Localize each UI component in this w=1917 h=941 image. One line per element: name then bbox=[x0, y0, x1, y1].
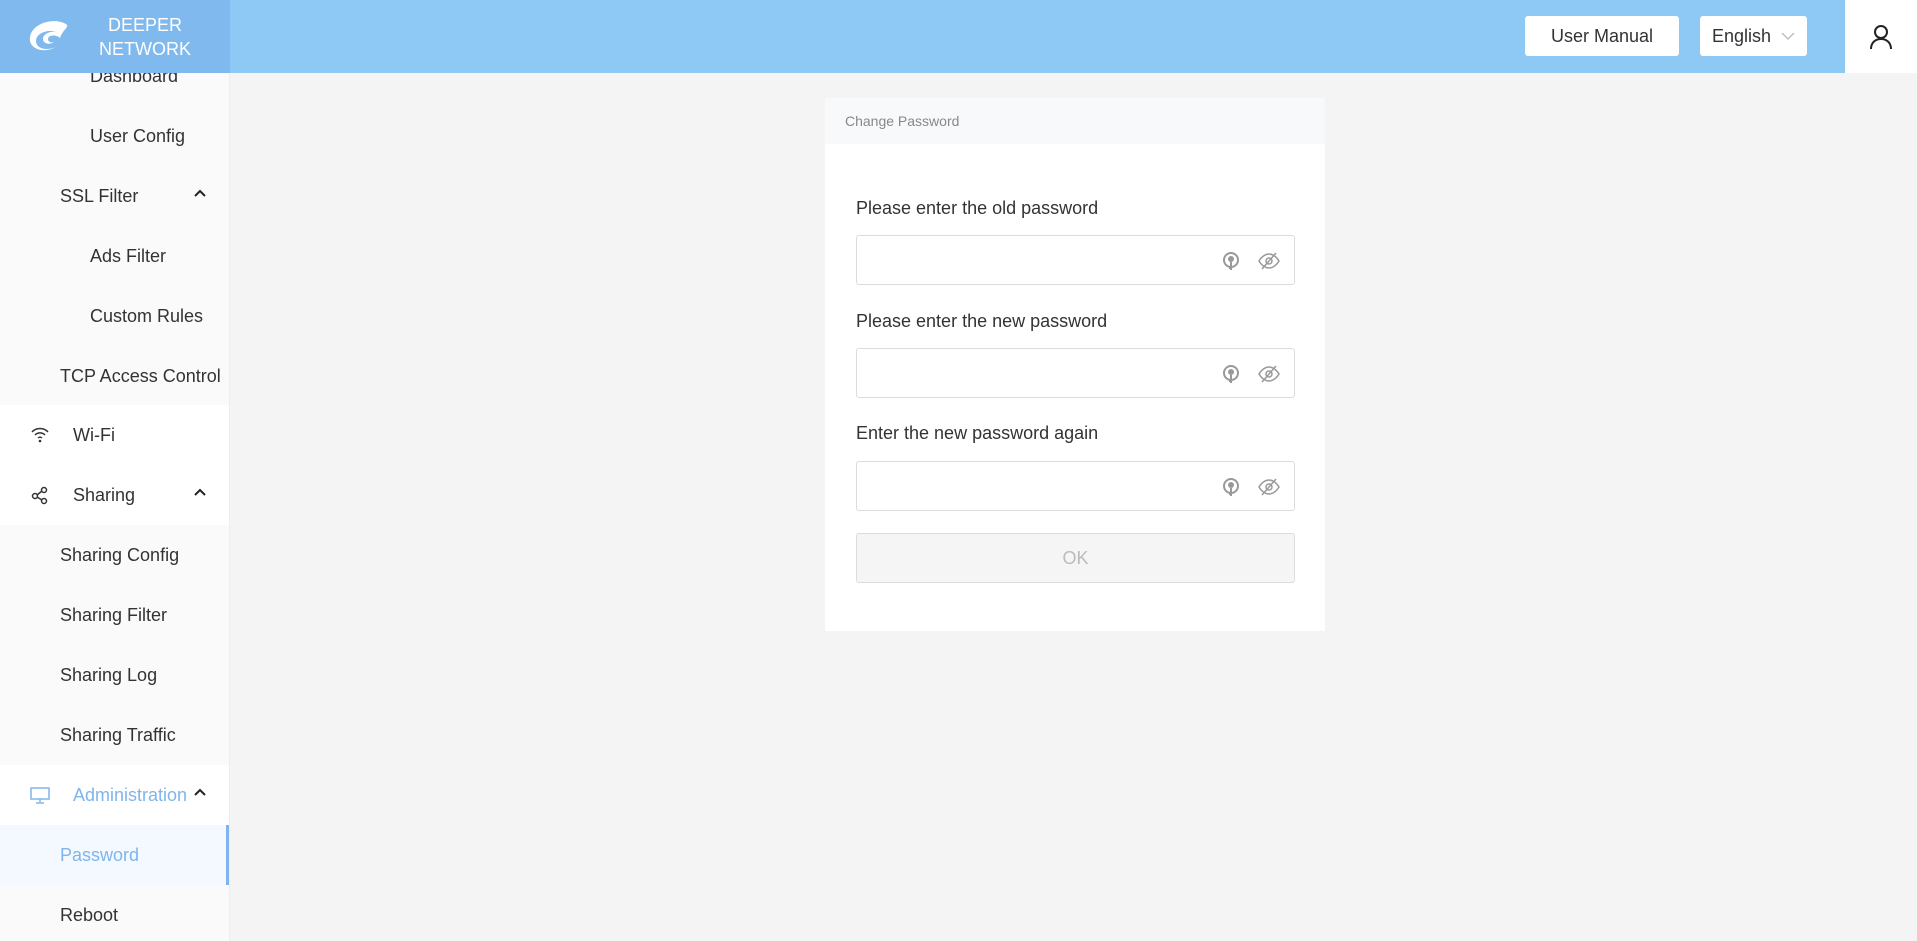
sidebar-item-user-config[interactable]: User Config bbox=[0, 106, 229, 166]
change-password-card: Change Password Please enter the old pas… bbox=[825, 98, 1325, 631]
wifi-icon bbox=[31, 427, 49, 443]
monitor-icon bbox=[30, 787, 50, 804]
sidebar-item-sharing-log[interactable]: Sharing Log bbox=[0, 645, 229, 705]
sidebar-item-label: Sharing Log bbox=[60, 664, 158, 685]
user-button[interactable] bbox=[1845, 0, 1917, 73]
ok-button[interactable]: OK bbox=[856, 533, 1295, 583]
confirm-password-label: Enter the new password again bbox=[856, 423, 1099, 443]
sidebar-item-label: Reboot bbox=[60, 904, 119, 925]
sidebar-item-dashboard[interactable]: Dashboard bbox=[0, 73, 229, 106]
sidebar-item-sharing-traffic[interactable]: Sharing Traffic bbox=[0, 705, 229, 765]
new-password-input[interactable] bbox=[867, 349, 1227, 397]
ok-label: OK bbox=[1062, 547, 1089, 568]
language-value: English bbox=[1711, 25, 1772, 46]
sidebar-item-sharing-filter[interactable]: Sharing Filter bbox=[0, 585, 229, 645]
brand-line2: NETWORK bbox=[99, 38, 191, 59]
sidebar-item-sharing-config[interactable]: Sharing Config bbox=[0, 525, 229, 585]
confirm-password-field[interactable] bbox=[856, 461, 1295, 511]
brand-name: DEEPER NETWORK bbox=[90, 13, 200, 61]
chevron-up-icon bbox=[194, 189, 206, 197]
sidebar-item-label: TCP Access Control bbox=[60, 365, 221, 386]
deeper-logo-icon bbox=[29, 20, 68, 50]
language-select[interactable]: English bbox=[1700, 16, 1807, 56]
card-title: Change Password bbox=[825, 98, 1325, 144]
new-password-label: Please enter the new password bbox=[856, 311, 1108, 331]
sidebar-item-label: User Config bbox=[90, 125, 186, 146]
old-password-input[interactable] bbox=[867, 236, 1227, 284]
sidebar-item-tcp-access-control[interactable]: TCP Access Control bbox=[0, 346, 229, 406]
chevron-up-icon bbox=[194, 788, 206, 796]
new-password-field[interactable] bbox=[856, 348, 1295, 398]
sidebar: Dashboard User Config SSL Filter Ads Fil… bbox=[0, 73, 230, 941]
sidebar-item-label: Custom Rules bbox=[90, 305, 204, 326]
brand-line1: DEEPER bbox=[107, 14, 183, 35]
sidebar-item-label: SSL Filter bbox=[60, 185, 139, 206]
sidebar-item-password[interactable]: Password bbox=[0, 825, 229, 885]
eye-off-icon[interactable] bbox=[1258, 364, 1280, 384]
old-password-field[interactable] bbox=[856, 235, 1295, 285]
user-icon bbox=[1870, 24, 1892, 49]
sidebar-item-label: Password bbox=[60, 844, 140, 865]
eye-off-icon[interactable] bbox=[1258, 477, 1280, 497]
sidebar-item-label: Sharing Config bbox=[60, 544, 180, 565]
share-icon bbox=[31, 486, 48, 505]
key-icon[interactable] bbox=[1221, 251, 1241, 273]
key-icon[interactable] bbox=[1221, 477, 1241, 499]
sidebar-item-label: Wi-Fi bbox=[73, 424, 115, 445]
sidebar-item-label: Administration bbox=[73, 784, 188, 805]
top-header: DEEPER NETWORK User Manual English bbox=[0, 0, 1917, 73]
sidebar-item-sharing[interactable]: Sharing bbox=[0, 465, 229, 525]
key-icon[interactable] bbox=[1221, 364, 1241, 386]
user-manual-button[interactable]: User Manual bbox=[1525, 16, 1679, 56]
user-manual-label: User Manual bbox=[1550, 25, 1654, 46]
sidebar-item-administration[interactable]: Administration bbox=[0, 765, 229, 825]
chevron-down-icon bbox=[1781, 32, 1795, 40]
old-password-label: Please enter the old password bbox=[856, 198, 1099, 218]
logo[interactable]: DEEPER NETWORK bbox=[0, 0, 230, 73]
sidebar-item-reboot[interactable]: Reboot bbox=[0, 885, 229, 941]
confirm-password-input[interactable] bbox=[867, 462, 1227, 510]
sidebar-item-custom-rules[interactable]: Custom Rules bbox=[0, 286, 229, 346]
sidebar-item-label: Dashboard bbox=[90, 73, 179, 86]
sidebar-item-wifi[interactable]: Wi-Fi bbox=[0, 405, 229, 465]
eye-off-icon[interactable] bbox=[1258, 251, 1280, 271]
sidebar-item-label: Sharing Traffic bbox=[60, 724, 176, 745]
sidebar-item-label: Sharing bbox=[73, 484, 136, 505]
chevron-up-icon bbox=[194, 488, 206, 496]
sidebar-item-ssl-filter[interactable]: SSL Filter bbox=[0, 166, 229, 226]
sidebar-item-label: Ads Filter bbox=[90, 245, 167, 266]
sidebar-item-label: Sharing Filter bbox=[60, 604, 168, 625]
sidebar-item-ads-filter[interactable]: Ads Filter bbox=[0, 226, 229, 286]
